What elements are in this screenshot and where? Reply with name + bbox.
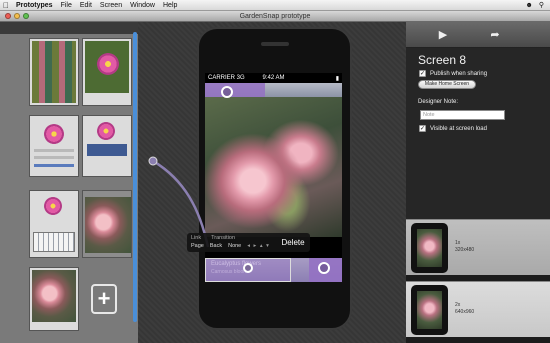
screen-name[interactable]: Screen 8 [418, 53, 466, 67]
make-home-screen-button[interactable]: Make Home Screen [418, 80, 476, 89]
transition-direction-icons[interactable]: ◂ ▸ ▴ ▾ [247, 243, 270, 249]
visible-label: Visible at screen load [430, 125, 487, 132]
device-thumbnail [411, 223, 448, 273]
inspector-toolbar: ▶ ➦ [406, 22, 550, 48]
popover-controls: Page Back None ◂ ▸ ▴ ▾ [191, 243, 270, 249]
share-icon[interactable]: ➦ [486, 27, 504, 41]
device-thumbnail [411, 285, 448, 335]
device-item[interactable]: 2x 640x960 [406, 281, 550, 337]
play-icon[interactable]: ▶ [434, 27, 452, 41]
visible-checkbox-row[interactable]: ✓ Visible at screen load [419, 125, 487, 132]
publish-checkbox[interactable]: ✓ [419, 70, 426, 77]
app-window:  Prototypes File Edit Screen Window Hel… [0, 0, 550, 343]
delete-link-button[interactable]: Delete [276, 233, 310, 252]
back-option[interactable]: Back [210, 243, 222, 249]
designer-note-label: Designer Note: [418, 99, 459, 105]
transition-header: Transition [211, 235, 236, 241]
link-target-select[interactable]: Page [191, 243, 204, 249]
device-size: 320x480 [455, 247, 475, 253]
connector-start-handle [148, 156, 158, 166]
designer-note-input[interactable]: Note [420, 110, 505, 120]
device-list: 1x 320x480 2x 640x960 [406, 219, 550, 343]
visible-checkbox[interactable]: ✓ [419, 125, 426, 132]
device-item[interactable]: 1x 320x480 [406, 219, 550, 275]
transition-select[interactable]: None [228, 243, 241, 249]
device-info: 1x 320x480 [455, 240, 474, 254]
link-header: Link [191, 235, 202, 241]
device-size: 640x960 [455, 309, 475, 315]
device-scale: 1x [455, 240, 461, 246]
device-scale: 2x [455, 302, 461, 308]
device-info: 2x 640x960 [455, 302, 474, 316]
popover-headers: Link Transition [191, 235, 235, 241]
publish-label: Publish when sharing [430, 70, 488, 77]
publish-checkbox-row[interactable]: ✓ Publish when sharing [419, 70, 487, 77]
